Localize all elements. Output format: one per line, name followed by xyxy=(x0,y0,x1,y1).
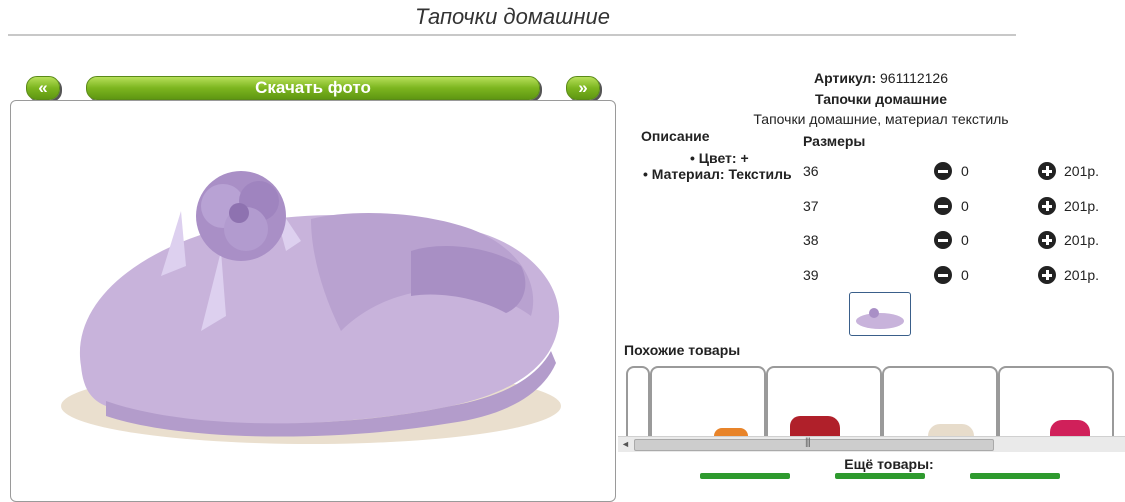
more-products-link[interactable] xyxy=(835,473,925,479)
plus-icon[interactable] xyxy=(1038,231,1056,249)
size-price: 201р. xyxy=(1064,163,1100,179)
plus-icon[interactable] xyxy=(1038,266,1056,284)
description-item-material: • Материал: Текстиль xyxy=(643,166,792,182)
product-name: Тапочки домашние xyxy=(814,91,947,107)
product-thumbnail[interactable] xyxy=(849,292,911,336)
size-quantity: 0 xyxy=(961,267,969,283)
article-label: Артикул: xyxy=(814,70,877,86)
size-price: 201р. xyxy=(1064,267,1100,283)
sizes-heading: Размеры xyxy=(803,133,866,149)
size-row: 38 0 201р. xyxy=(803,231,1103,251)
size-row: 37 0 201р. xyxy=(803,197,1103,217)
minus-icon[interactable] xyxy=(934,266,952,284)
minus-icon[interactable] xyxy=(934,162,952,180)
title-divider xyxy=(8,34,1016,36)
article-value: 961112126 xyxy=(880,70,948,86)
scroll-left-arrow-icon[interactable]: ◄ xyxy=(621,439,630,449)
size-price: 201р. xyxy=(1064,232,1100,248)
description-heading: Описание xyxy=(641,128,710,144)
size-value: 39 xyxy=(803,267,819,283)
slipper-image xyxy=(61,171,561,444)
minus-icon[interactable] xyxy=(934,197,952,215)
size-quantity: 0 xyxy=(961,163,969,179)
next-photo-button[interactable]: » xyxy=(566,76,600,100)
size-value: 37 xyxy=(803,198,819,214)
minus-icon[interactable] xyxy=(934,231,952,249)
download-photo-button[interactable]: Скачать фото xyxy=(86,76,540,100)
more-products-link[interactable] xyxy=(970,473,1060,479)
size-price: 201р. xyxy=(1064,198,1100,214)
prev-photo-button[interactable]: « xyxy=(26,76,60,100)
size-quantity: 0 xyxy=(961,198,969,214)
scroll-thumb[interactable]: ||| xyxy=(634,437,994,451)
product-short-description: Тапочки домашние, материал текстиль xyxy=(753,111,1009,127)
size-quantity: 0 xyxy=(961,232,969,248)
more-products-link[interactable] xyxy=(700,473,790,479)
product-photo[interactable] xyxy=(10,100,616,502)
similar-products-scrollbar[interactable]: ◄ ||| xyxy=(618,436,1125,452)
page-title: Тапочки домашние xyxy=(415,4,610,29)
description-item-color: • Цвет: + xyxy=(690,150,749,166)
slipper-thumbnail-image xyxy=(856,308,904,329)
size-value: 38 xyxy=(803,232,819,248)
similar-products-heading: Похожие товары xyxy=(624,342,741,358)
scroll-grip-icon: ||| xyxy=(805,437,811,448)
size-row: 39 0 201р. xyxy=(803,266,1103,286)
size-value: 36 xyxy=(803,163,819,179)
size-row: 36 0 201р. xyxy=(803,162,1103,182)
plus-icon[interactable] xyxy=(1038,162,1056,180)
plus-icon[interactable] xyxy=(1038,197,1056,215)
more-products-heading: Ещё товары: xyxy=(844,456,934,472)
